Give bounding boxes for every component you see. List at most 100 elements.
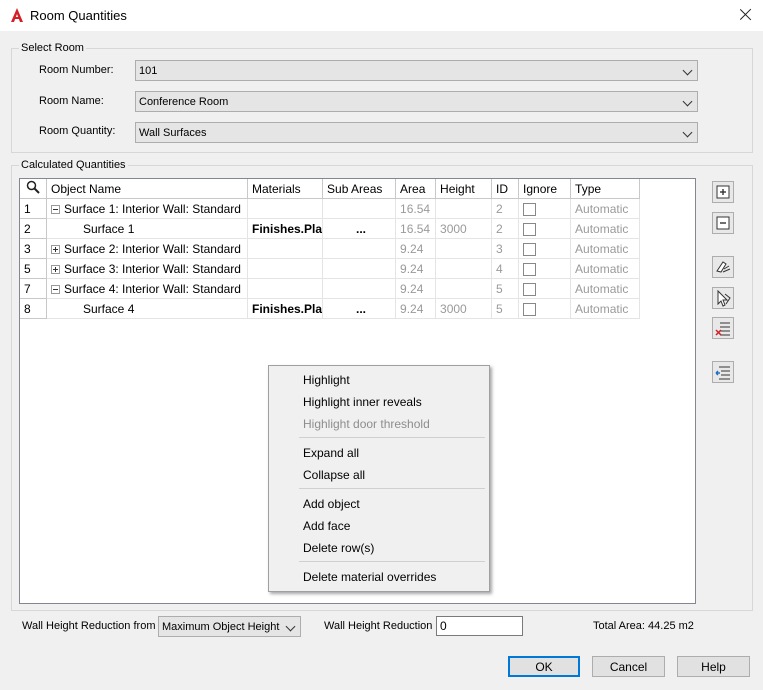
sub-areas-cell[interactable]: ... <box>322 218 397 239</box>
expand-all-icon <box>716 185 730 199</box>
ok-button[interactable]: OK <box>508 656 580 677</box>
ignore-checkbox[interactable] <box>523 262 537 276</box>
row-number[interactable]: 8 <box>20 298 47 319</box>
id-cell: 5 <box>491 278 520 299</box>
ignore-checkbox[interactable] <box>523 282 537 296</box>
total-area-text: Total Area: 44.25 m2 <box>593 620 694 632</box>
object-name: Surface 2: Interior Wall: Standard <box>64 241 241 256</box>
menu-item-highlight[interactable]: Highlight <box>303 373 350 387</box>
table-row[interactable]: 1 Surface 1: Interior Wall: Standard 16.54… <box>20 198 641 219</box>
height-cell[interactable]: 3000 <box>435 298 493 319</box>
window-title: Room Quantities <box>30 8 127 23</box>
delete-material-override-button[interactable] <box>712 361 734 383</box>
table-row[interactable]: 3 Surface 2: Interior Wall: Standard 9.24 3… <box>20 238 641 259</box>
collapse-icon[interactable] <box>51 204 60 214</box>
sub-areas-cell[interactable]: ... <box>322 298 397 319</box>
select-object-button[interactable] <box>712 287 734 309</box>
room-quantity-label: Room Quantity: <box>39 125 116 137</box>
highlight-button[interactable] <box>712 256 734 278</box>
ignore-checkbox[interactable] <box>523 302 537 316</box>
table-row[interactable]: 5 Surface 3: Interior Wall: Standard 9.24 4… <box>20 258 641 279</box>
column-header-sub-areas[interactable]: Sub Areas <box>322 179 397 199</box>
column-header-ignore[interactable]: Ignore <box>518 179 572 199</box>
room-name-select[interactable]: Conference Room <box>135 91 698 112</box>
select-room-label: Select Room <box>19 42 86 54</box>
room-number-select[interactable]: 101 <box>135 60 698 81</box>
object-name-cell[interactable]: Surface 4: Interior Wall: Standard <box>46 278 248 299</box>
wall-height-reduction-from-select[interactable]: Maximum Object Height <box>158 616 301 637</box>
height-cell[interactable] <box>435 238 493 259</box>
row-number[interactable]: 2 <box>20 218 47 239</box>
help-button[interactable]: Help <box>677 656 750 677</box>
menu-item-expand-all[interactable]: Expand all <box>303 446 359 460</box>
sub-areas-cell[interactable] <box>322 198 397 219</box>
collapse-all-icon <box>716 216 730 230</box>
materials-cell[interactable] <box>247 258 324 279</box>
id-cell: 3 <box>491 238 520 259</box>
height-cell[interactable] <box>435 258 493 279</box>
menu-item-add-face[interactable]: Add face <box>303 519 350 533</box>
column-header-id[interactable]: ID <box>491 179 520 199</box>
table-row[interactable]: 7 Surface 4: Interior Wall: Standard 9.24 5… <box>20 278 641 299</box>
wall-height-reduction-label: Wall Height Reduction <box>324 620 433 632</box>
collapse-all-button[interactable] <box>712 212 734 234</box>
materials-cell[interactable] <box>247 238 324 259</box>
search-header-cell[interactable] <box>20 179 47 199</box>
table-row[interactable]: 2 Surface 1 Finishes.Pla... 16.54 3000 2 Autom… <box>20 218 641 239</box>
materials-cell[interactable]: Finishes.Pla <box>247 218 324 239</box>
sub-areas-cell[interactable] <box>322 258 397 279</box>
ignore-checkbox[interactable] <box>523 242 537 256</box>
row-number[interactable]: 5 <box>20 258 47 279</box>
column-header-area[interactable]: Area <box>395 179 437 199</box>
sub-areas-cell[interactable] <box>322 278 397 299</box>
ignore-cell <box>518 278 572 299</box>
ignore-cell <box>518 298 572 319</box>
type-cell: Automatic <box>570 198 641 219</box>
expand-icon[interactable] <box>51 264 60 274</box>
row-number[interactable]: 3 <box>20 238 47 259</box>
ignore-checkbox[interactable] <box>523 222 537 236</box>
area-cell: 9.24 <box>395 258 437 279</box>
expand-icon[interactable] <box>51 244 60 254</box>
collapse-icon[interactable] <box>51 284 60 294</box>
column-header-height[interactable]: Height <box>435 179 493 199</box>
materials-cell[interactable] <box>247 278 324 299</box>
cancel-button[interactable]: Cancel <box>592 656 665 677</box>
menu-item-add-object[interactable]: Add object <box>303 497 360 511</box>
object-name-cell[interactable]: Surface 3: Interior Wall: Standard <box>46 258 248 279</box>
row-number[interactable]: 1 <box>20 198 47 219</box>
column-header-type[interactable]: Type <box>570 179 641 199</box>
quantities-table: Object Name Materials Sub Areas Area Hei… <box>20 179 641 319</box>
close-icon[interactable] <box>739 7 753 21</box>
menu-item-delete-material-overrides[interactable]: Delete material overrides <box>303 570 436 584</box>
sub-areas-cell[interactable] <box>322 238 397 259</box>
materials-cell[interactable]: Finishes.Pla <box>247 298 324 319</box>
wall-height-reduction-input[interactable]: 0 <box>436 616 523 636</box>
expand-all-button[interactable] <box>712 181 734 203</box>
room-number-label: Room Number: <box>39 64 114 76</box>
table-row[interactable]: 8 Surface 4 Finishes.Pla... 9.24 3000 5 Automa… <box>20 298 641 319</box>
menu-item-delete-rows[interactable]: Delete row(s) <box>303 541 374 555</box>
menu-item-collapse-all[interactable]: Collapse all <box>303 468 365 482</box>
height-cell[interactable] <box>435 278 493 299</box>
search-icon[interactable] <box>26 180 40 194</box>
materials-cell[interactable] <box>247 198 324 219</box>
delete-rows-button[interactable] <box>712 317 734 339</box>
column-header-materials[interactable]: Materials <box>247 179 324 199</box>
object-name-cell[interactable]: Surface 1 <box>46 218 248 239</box>
delete-material-override-icon <box>715 366 730 380</box>
wall-height-reduction-from-value: Maximum Object Height <box>162 621 280 633</box>
ignore-checkbox[interactable] <box>523 202 537 216</box>
menu-item-highlight-inner-reveals[interactable]: Highlight inner reveals <box>303 395 422 409</box>
height-cell[interactable]: 3000 <box>435 218 493 239</box>
column-header-object-name[interactable]: Object Name <box>46 179 248 199</box>
type-cell: Automatic <box>570 298 641 319</box>
object-name: Surface 3: Interior Wall: Standard <box>64 261 241 276</box>
row-number[interactable]: 7 <box>20 278 47 299</box>
highlight-icon <box>716 261 731 273</box>
height-cell[interactable] <box>435 198 493 219</box>
object-name-cell[interactable]: Surface 1: Interior Wall: Standard <box>46 198 248 219</box>
room-quantity-select[interactable]: Wall Surfaces <box>135 122 698 143</box>
object-name-cell[interactable]: Surface 2: Interior Wall: Standard <box>46 238 248 259</box>
object-name-cell[interactable]: Surface 4 <box>46 298 248 319</box>
